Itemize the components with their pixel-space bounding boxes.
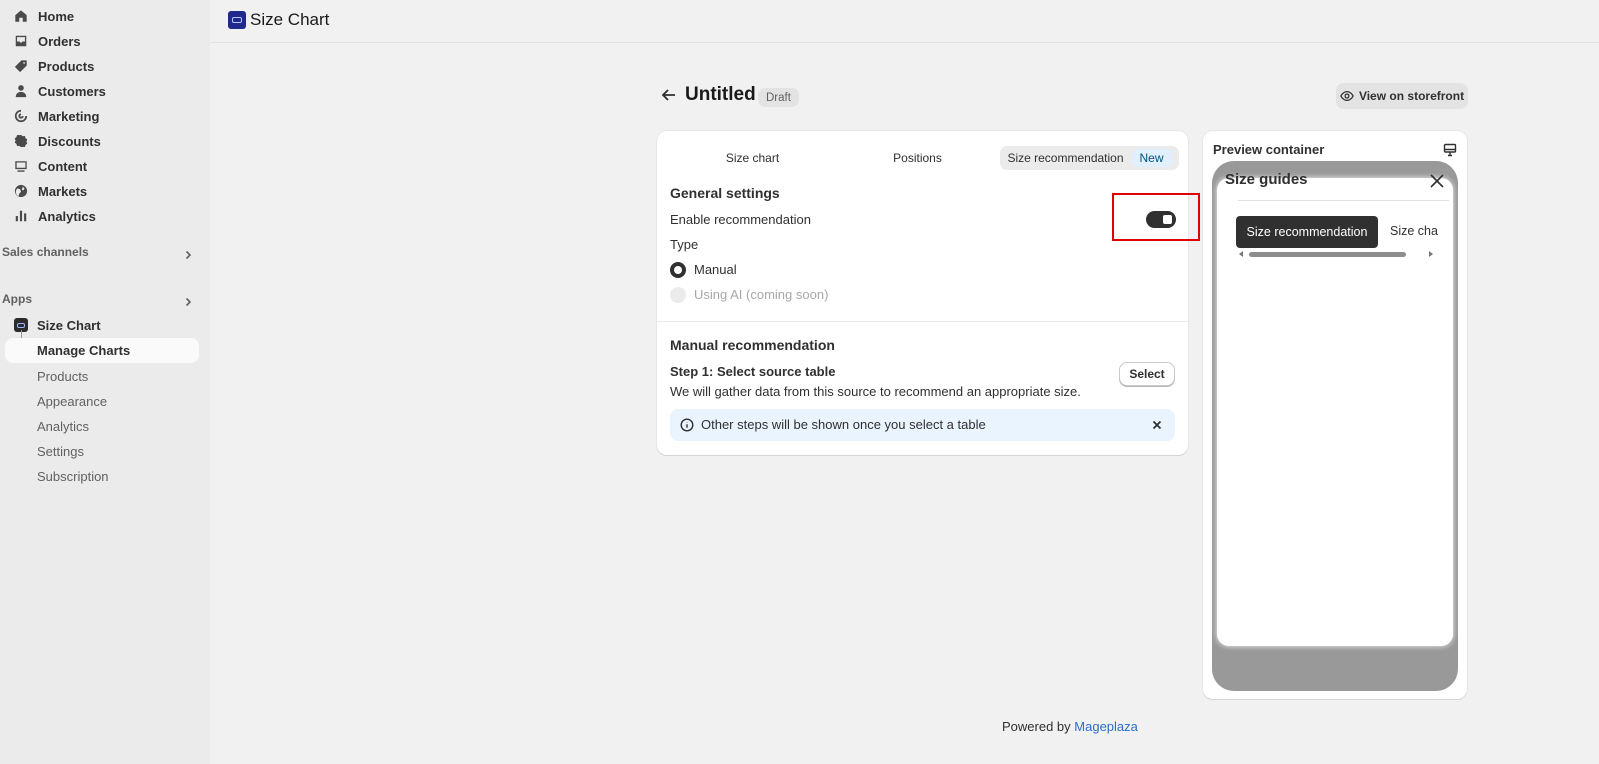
- nav-products[interactable]: Products: [14, 55, 94, 77]
- sidebar: Home Orders Products Customers Marketing…: [0, 0, 210, 764]
- content-icon: [14, 159, 28, 173]
- inbox-icon: [14, 34, 28, 48]
- modal-divider: [1238, 200, 1449, 201]
- enable-recommendation-label: Enable recommendation: [670, 212, 811, 227]
- tag-icon: [14, 59, 28, 73]
- bar-chart-icon: [14, 209, 28, 223]
- nav-customers[interactable]: Customers: [14, 80, 106, 102]
- preview-card: Preview container Size guides Size recom…: [1203, 131, 1467, 699]
- view-on-storefront-button[interactable]: View on storefront: [1336, 83, 1468, 109]
- tab-size-chart[interactable]: Size chart: [670, 146, 835, 170]
- sidebar-item-manage-charts[interactable]: Manage Charts: [5, 338, 199, 363]
- mageplaza-link[interactable]: Mageplaza: [1074, 719, 1138, 734]
- sidebar-item-analytics[interactable]: Analytics: [37, 419, 89, 434]
- nav-label: Analytics: [38, 208, 96, 224]
- horizontal-scrollbar[interactable]: [1239, 251, 1435, 257]
- radio-using-ai: [670, 287, 686, 303]
- preview-tab-size-recommendation[interactable]: Size recommendation: [1236, 216, 1378, 248]
- page-title: Untitled: [685, 84, 756, 105]
- sidebar-item-products[interactable]: Products: [37, 369, 88, 384]
- close-icon[interactable]: [1150, 418, 1164, 432]
- info-text: Other steps will be shown once you selec…: [701, 417, 986, 432]
- settings-card: Size chart Positions Size recommendation…: [657, 131, 1188, 455]
- app-topbar: Size Chart: [210, 0, 1599, 43]
- nav-label: Markets: [38, 183, 88, 199]
- app-title: Size Chart: [250, 10, 330, 29]
- section-divider: [657, 321, 1188, 322]
- scrollbar-thumb[interactable]: [1249, 252, 1406, 257]
- nav-markets[interactable]: Markets: [14, 180, 87, 202]
- nav-home[interactable]: Home: [14, 5, 74, 27]
- globe-icon: [14, 184, 28, 198]
- nav-analytics[interactable]: Analytics: [14, 205, 96, 227]
- tab-positions[interactable]: Positions: [835, 146, 1000, 170]
- chevron-right-icon[interactable]: [182, 249, 194, 261]
- radio-manual[interactable]: [670, 262, 686, 278]
- radio-using-ai-label: Using AI (coming soon): [694, 287, 829, 302]
- type-label: Type: [670, 237, 699, 252]
- footer-prefix: Powered by: [1002, 719, 1071, 734]
- nav-label: Discounts: [38, 133, 101, 149]
- target-icon: [14, 109, 28, 123]
- step1-description: We will gather data from this source to …: [670, 384, 1081, 399]
- nav-label: Home: [38, 8, 75, 24]
- preview-tab-size-chart[interactable]: Size chart: [1390, 224, 1438, 242]
- nav-marketing[interactable]: Marketing: [14, 105, 99, 127]
- step1-title: Step 1: Select source table: [670, 364, 836, 379]
- info-icon: [680, 418, 694, 432]
- nav-label: Orders: [38, 33, 81, 49]
- nav-content[interactable]: Content: [14, 155, 87, 177]
- nav-label: Marketing: [38, 108, 100, 124]
- highlight-box: [1112, 193, 1200, 241]
- scroll-right-arrow-icon[interactable]: [1429, 251, 1433, 257]
- phone-screen: [1217, 178, 1453, 646]
- info-banner: Other steps will be shown once you selec…: [670, 409, 1175, 441]
- manual-recommendation-heading: Manual recommendation: [670, 337, 835, 353]
- sidebar-item-subscription[interactable]: Subscription: [37, 469, 109, 484]
- chevron-right-icon[interactable]: [182, 296, 194, 308]
- size-guides-title: Size guides: [1225, 171, 1308, 188]
- nav-discounts[interactable]: Discounts: [14, 130, 101, 152]
- preview-title: Preview container: [1213, 142, 1325, 157]
- status-badge: Draft: [758, 88, 799, 107]
- app-name: Size Chart: [37, 317, 101, 333]
- back-arrow-icon[interactable]: [660, 86, 678, 104]
- nav-label: Products: [38, 58, 95, 74]
- nav-label: Content: [38, 158, 88, 174]
- button-label: View on storefront: [1358, 89, 1465, 103]
- desktop-icon[interactable]: [1443, 143, 1457, 157]
- discount-icon: [14, 134, 28, 148]
- size-chart-logo-icon: [228, 11, 246, 29]
- home-icon: [14, 9, 28, 23]
- eye-icon: [1340, 90, 1354, 102]
- sidebar-item-settings[interactable]: Settings: [37, 444, 84, 459]
- new-badge: New: [1131, 149, 1172, 167]
- person-icon: [14, 84, 28, 98]
- general-settings-heading: General settings: [670, 185, 780, 201]
- select-button[interactable]: Select: [1119, 362, 1175, 386]
- nav-label: Customers: [38, 83, 106, 99]
- radio-manual-label: Manual: [694, 262, 737, 277]
- sidebar-item-appearance[interactable]: Appearance: [37, 394, 107, 409]
- tab-size-recommendation[interactable]: Size recommendation New: [1000, 146, 1179, 170]
- scroll-left-arrow-icon[interactable]: [1239, 251, 1243, 257]
- nav-orders[interactable]: Orders: [14, 30, 81, 52]
- close-icon[interactable]: [1429, 173, 1445, 189]
- sales-channels-label[interactable]: Sales channels: [2, 245, 89, 259]
- tab-label: Size recommendation: [1007, 151, 1124, 165]
- footer: Powered by Mageplaza: [1002, 719, 1138, 734]
- apps-label[interactable]: Apps: [2, 292, 32, 306]
